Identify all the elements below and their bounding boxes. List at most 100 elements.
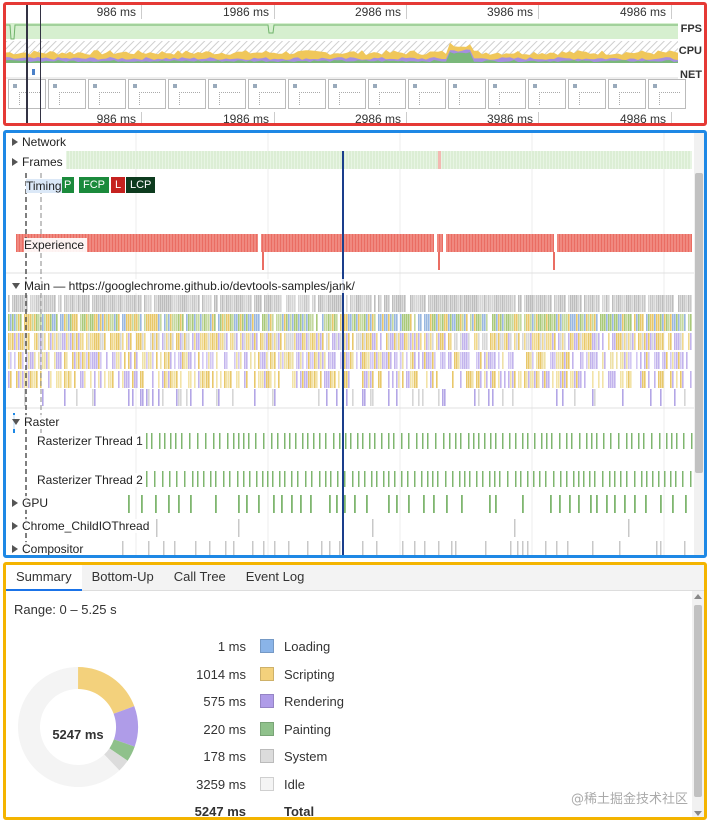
cpu-lane-label: CPU (678, 45, 702, 57)
legend-total-value: 5247 ms (194, 804, 246, 819)
track-main[interactable]: Main — https://googlechrome.github.io/de… (12, 279, 358, 293)
legend-name: System (284, 749, 328, 764)
filmstrip-frame[interactable] (608, 79, 646, 109)
timing-marker-lcp[interactable]: LCP (126, 177, 156, 193)
track-child-io-thread[interactable]: Chrome_ChildIOThread (12, 519, 153, 533)
scrollbar-thumb[interactable] (695, 173, 703, 473)
selection-handle-right[interactable] (40, 5, 41, 123)
filmstrip-frame[interactable] (128, 79, 166, 109)
ruler-tick: 3986 ms (487, 112, 539, 123)
overview-time-ruler-bottom: 986 ms 1986 ms 2986 ms 3986 ms 4986 ms (6, 112, 704, 123)
legend-value: 220 ms (203, 722, 246, 737)
legend-name: Painting (284, 722, 331, 737)
legend-name: Idle (284, 777, 305, 792)
filmstrip-frame[interactable] (88, 79, 126, 109)
scroll-up-arrow-icon[interactable] (694, 594, 702, 599)
legend-row-painting: 220 ms Painting (156, 720, 406, 740)
track-rasterizer-1[interactable]: Rasterizer Thread 1 (34, 434, 146, 448)
collapse-arrow-icon[interactable] (12, 283, 20, 289)
pie-total-label: 5247 ms (52, 727, 104, 742)
track-gpu[interactable]: GPU (12, 496, 52, 510)
filmstrip-frame[interactable] (408, 79, 446, 109)
legend-row-scripting: 1014 ms Scripting (156, 665, 406, 685)
track-compositor[interactable]: Compositor (12, 542, 87, 556)
fps-chart (6, 23, 678, 40)
filmstrip-frame[interactable] (648, 79, 686, 109)
expand-arrow-icon[interactable] (12, 138, 18, 146)
track-main-label: Main — https://googlechrome.github.io/de… (24, 279, 355, 293)
details-panel: Summary Bottom-Up Call Tree Event Log Ra… (3, 562, 707, 820)
range-text: Range: 0 – 5.25 s (14, 602, 117, 617)
track-raster-label: Raster (24, 415, 60, 429)
ruler-tick: 986 ms (97, 5, 142, 19)
filmstrip-frame[interactable] (488, 79, 526, 109)
filmstrip-frame[interactable] (528, 79, 566, 109)
expand-arrow-icon[interactable] (12, 522, 18, 530)
track-childio-label: Chrome_ChildIOThread (22, 519, 150, 533)
legend-row-system: 178 ms System (156, 747, 406, 767)
track-experience[interactable]: Experience (24, 238, 88, 252)
track-network[interactable]: Network (12, 135, 70, 149)
ruler-tick: 4986 ms (620, 5, 672, 19)
screenshot-filmstrip[interactable] (6, 79, 704, 111)
expand-arrow-icon[interactable] (12, 499, 18, 507)
track-rasterizer-2[interactable]: Rasterizer Thread 2 (34, 473, 146, 487)
legend-value: 1 ms (217, 639, 246, 654)
filmstrip-frame[interactable] (168, 79, 206, 109)
flame-chart-scrollbar[interactable] (694, 133, 704, 555)
tab-call-tree[interactable]: Call Tree (164, 565, 236, 591)
cpu-chart (6, 41, 678, 63)
ruler-tick: 1986 ms (223, 5, 275, 19)
filmstrip-frame[interactable] (48, 79, 86, 109)
filmstrip-frame[interactable] (328, 79, 366, 109)
filmstrip-frame[interactable] (448, 79, 486, 109)
timing-marker-fp[interactable]: P (62, 177, 74, 193)
track-compositor-label: Compositor (22, 542, 84, 556)
legend-row-total: 5247 ms Total (156, 802, 406, 819)
flame-chart-panel[interactable]: Network Frames Timings P FCP L LCP Exper… (3, 130, 707, 558)
track-raster[interactable]: Raster (12, 415, 63, 429)
legend-name: Loading (284, 639, 331, 654)
filmstrip-frame[interactable] (368, 79, 406, 109)
filmstrip-frame[interactable] (208, 79, 246, 109)
track-gpu-label: GPU (22, 496, 49, 510)
filmstrip-frame[interactable] (248, 79, 286, 109)
track-frames[interactable]: Frames (12, 155, 66, 169)
filmstrip-frame[interactable] (568, 79, 606, 109)
legend-value: 575 ms (203, 694, 246, 709)
tab-event-log[interactable]: Event Log (236, 565, 315, 591)
watermark: @稀土掘金技术社区 (570, 792, 688, 807)
legend-swatch (260, 639, 274, 653)
expand-arrow-icon[interactable] (12, 158, 18, 166)
timing-marker-l[interactable]: L (111, 177, 126, 193)
selection-handle-left[interactable] (26, 5, 28, 123)
ruler-tick: 2986 ms (355, 112, 407, 123)
timing-marker-fcp[interactable]: FCP (79, 177, 109, 193)
ruler-tick: 3986 ms (487, 5, 539, 19)
overview-time-ruler: 986 ms 1986 ms 2986 ms 3986 ms 4986 ms (6, 5, 704, 19)
ruler-tick: 1986 ms (223, 112, 275, 123)
fps-lane-label: FPS (680, 23, 702, 35)
flame-chart-canvas[interactable] (6, 133, 696, 555)
legend-swatch (260, 722, 274, 736)
scroll-down-arrow-icon[interactable] (694, 811, 702, 816)
legend-row-idle: 3259 ms Idle (156, 775, 406, 795)
tab-summary[interactable]: Summary (6, 565, 82, 591)
scrollbar-thumb[interactable] (694, 605, 702, 797)
legend-total-name: Total (284, 804, 315, 819)
summary-scrollbar[interactable] (692, 591, 704, 817)
legend-row-rendering: 575 ms Rendering (156, 692, 406, 712)
legend-name: Rendering (284, 694, 344, 709)
legend-value: 1014 ms (196, 667, 246, 682)
filmstrip-frame[interactable] (288, 79, 326, 109)
details-tabs: Summary Bottom-Up Call Tree Event Log (6, 565, 704, 591)
timeline-overview[interactable]: 986 ms 1986 ms 2986 ms 3986 ms 4986 ms F… (3, 2, 707, 126)
collapse-arrow-icon[interactable] (12, 419, 20, 425)
expand-arrow-icon[interactable] (12, 545, 18, 553)
legend-swatch (260, 694, 274, 708)
pie-slice-scripting (78, 667, 135, 714)
legend-swatch (260, 777, 274, 791)
ruler-tick: 4986 ms (620, 112, 672, 123)
legend-swatch (260, 749, 274, 763)
tab-bottom-up[interactable]: Bottom-Up (82, 565, 164, 591)
